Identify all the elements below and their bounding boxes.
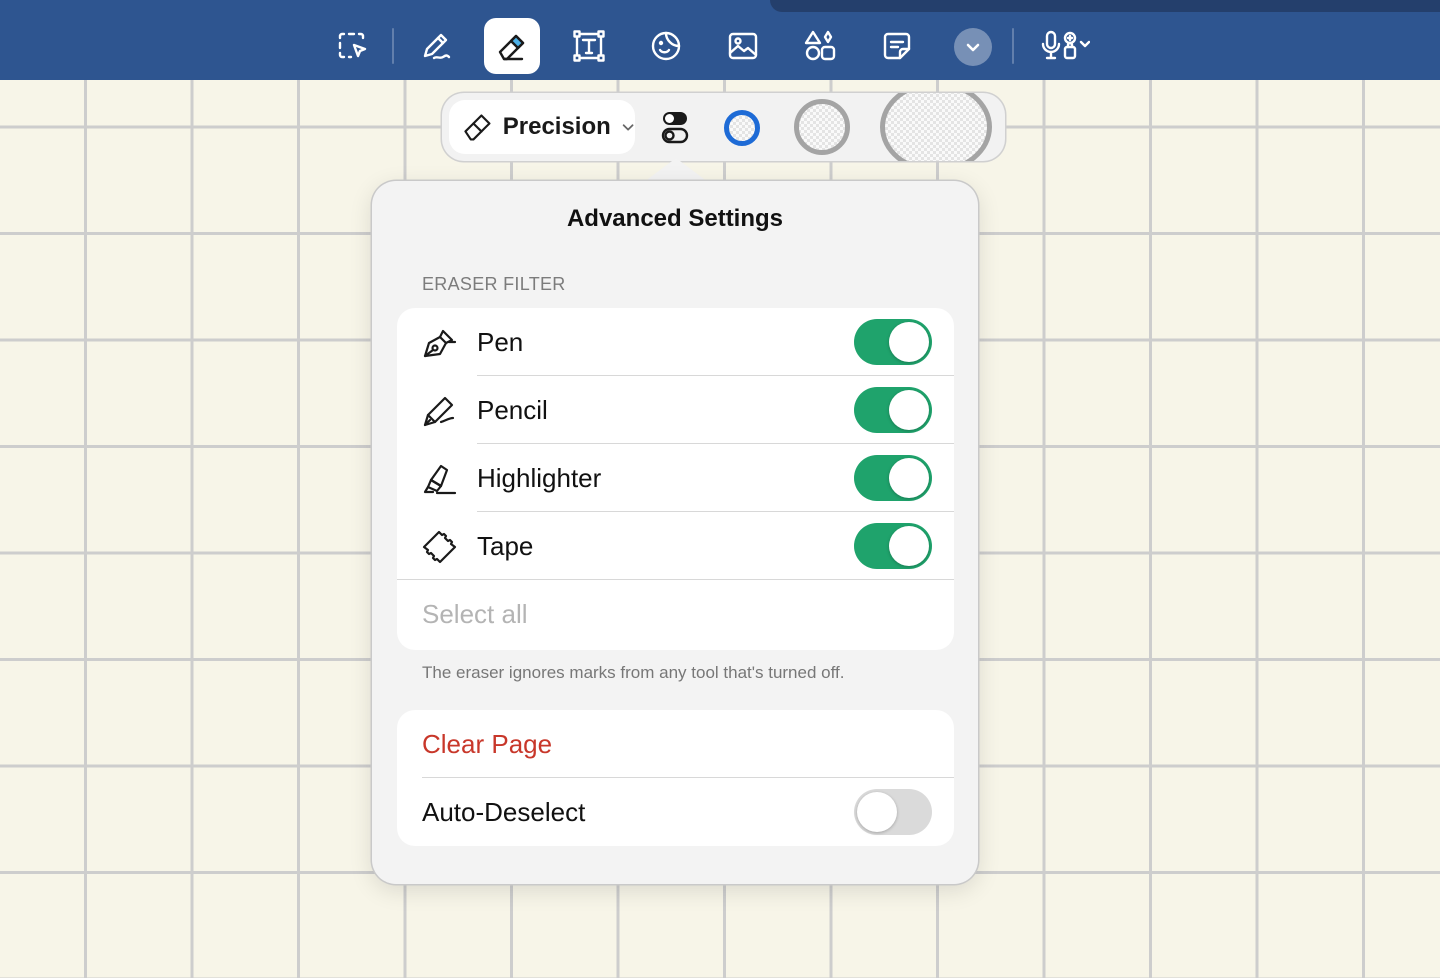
toggle-knob	[857, 792, 897, 832]
clear-page-row[interactable]: Clear Page	[397, 710, 954, 778]
toggle-knob	[889, 322, 929, 362]
image-icon	[728, 32, 758, 60]
highlighter-filter-toggle[interactable]	[854, 455, 932, 501]
eraser-size-large[interactable]	[880, 93, 992, 161]
toggle-knob	[889, 390, 929, 430]
lasso-select-icon	[338, 32, 367, 59]
toggle-knob	[889, 458, 929, 498]
popover-title: Advanced Settings	[566, 205, 784, 232]
image-tool[interactable]	[715, 18, 771, 74]
tape-icon	[422, 530, 457, 564]
pencil-icon	[423, 396, 455, 427]
filter-row-pen[interactable]: Pen	[397, 308, 954, 376]
clear-page-button[interactable]: Clear Page	[422, 710, 552, 778]
auto-deselect-row[interactable]: Auto-Deselect	[397, 778, 954, 846]
advanced-settings-popover: Advanced Settings ERASER FILTER Pen Penc…	[372, 181, 978, 884]
sticky-note-icon	[883, 32, 911, 60]
pen-tool[interactable]	[407, 18, 463, 74]
eraser-tool[interactable]	[484, 18, 540, 74]
eraser-size-small[interactable]	[724, 110, 760, 146]
chevron-down-icon	[622, 124, 634, 131]
main-toolbar	[0, 0, 1440, 80]
eraser-icon	[498, 34, 525, 61]
pen-icon	[423, 33, 451, 60]
sticker-icon	[651, 31, 681, 61]
eraser-outline-icon	[464, 114, 491, 141]
shapes-icon	[804, 30, 836, 61]
eraser-filter-footnote: The eraser ignores marks from any tool t…	[422, 663, 845, 682]
fountain-pen-icon	[423, 329, 457, 358]
filter-label: Pencil	[477, 395, 548, 425]
pencil-filter-toggle[interactable]	[854, 387, 932, 433]
toolbar-separator	[392, 28, 394, 64]
highlighter-icon	[423, 464, 457, 495]
auto-deselect-label: Auto-Deselect	[422, 797, 586, 827]
eraser-mode-dropdown[interactable]: Precision	[449, 100, 635, 154]
sticker-tool[interactable]	[638, 18, 694, 74]
eraser-size-medium[interactable]	[794, 99, 850, 155]
select-all-row[interactable]: Select all	[397, 580, 954, 648]
eraser-options-bar: Precision	[442, 93, 1005, 161]
shapes-tool[interactable]	[792, 18, 848, 74]
pen-filter-toggle[interactable]	[854, 319, 932, 365]
auto-deselect-toggle[interactable]	[854, 789, 932, 835]
microphone-icon	[1041, 30, 1090, 60]
filter-row-pencil[interactable]: Pencil	[397, 376, 954, 444]
advanced-settings-icon[interactable]	[660, 109, 690, 145]
filter-row-highlighter[interactable]: Highlighter	[397, 444, 954, 512]
toggle-knob	[889, 526, 929, 566]
more-tools-button[interactable]	[954, 28, 992, 66]
eraser-mode-label: Precision	[502, 113, 611, 140]
eraser-actions-list: Clear Page Auto-Deselect	[397, 710, 954, 846]
toolbar-top-strip	[770, 0, 1440, 12]
filter-label: Highlighter	[477, 463, 602, 493]
select-all-button[interactable]: Select all	[422, 580, 528, 648]
eraser-filter-list: Pen Pencil Highlighter Tape Select all	[397, 308, 954, 650]
filter-label: Pen	[477, 327, 524, 357]
toolbar-separator	[1012, 28, 1014, 64]
filter-row-tape[interactable]: Tape	[397, 512, 954, 580]
tape-filter-toggle[interactable]	[854, 523, 932, 569]
popover-pointer	[644, 158, 708, 182]
lasso-select-tool[interactable]	[324, 18, 380, 74]
text-box-icon	[573, 30, 605, 62]
chevron-down-icon	[966, 43, 980, 52]
eraser-filter-header: ERASER FILTER	[422, 274, 566, 294]
filter-label: Tape	[477, 531, 534, 561]
sticky-note-tool[interactable]	[869, 18, 925, 74]
audio-record-tool[interactable]	[1034, 18, 1114, 74]
text-tool[interactable]	[561, 18, 617, 74]
